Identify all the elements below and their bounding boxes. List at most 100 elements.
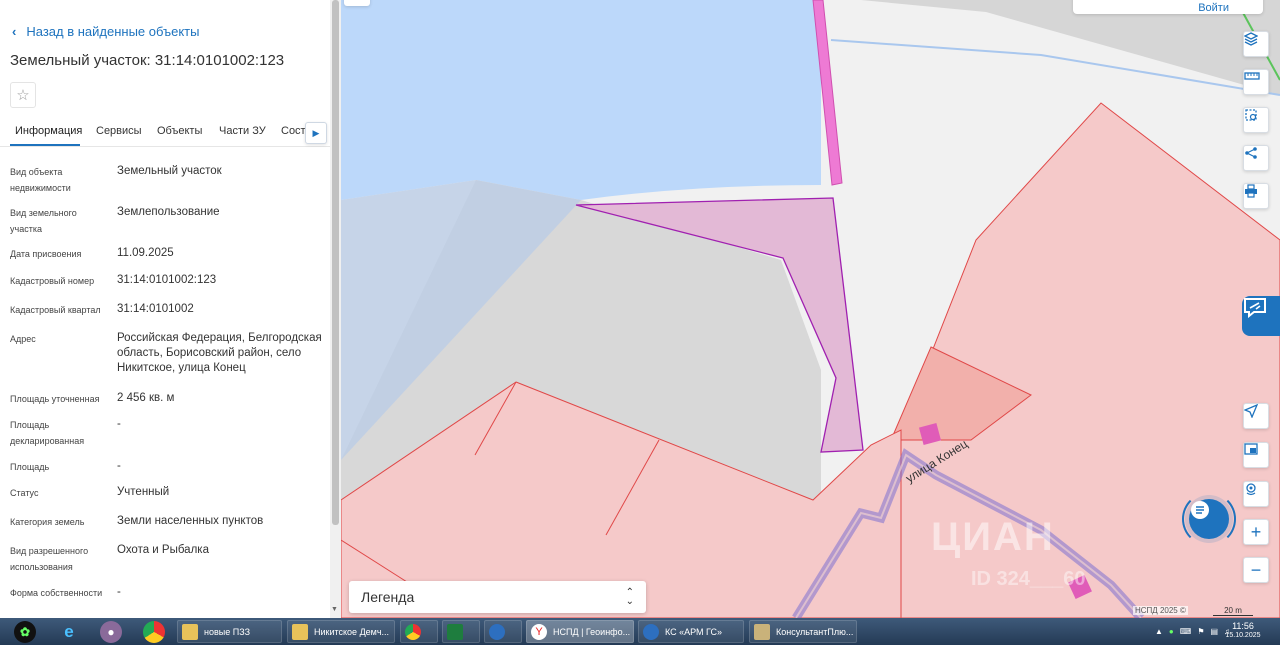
select-area-button[interactable] xyxy=(1243,107,1269,133)
geo-pin-icon xyxy=(1246,483,1256,496)
taskbar-item-arm-gs[interactable]: КС «АРМ ГС» xyxy=(638,620,744,643)
system-tray: ▲ ● ⌨ ⚑ ▤ ♫ xyxy=(1155,618,1230,645)
ruler-button[interactable] xyxy=(1243,69,1269,95)
field-value: - xyxy=(117,460,121,472)
taskbar-item-folder[interactable]: новые ПЗЗ xyxy=(177,620,282,643)
print-button[interactable] xyxy=(1243,183,1269,209)
field-value: Земельный участок xyxy=(117,165,222,177)
taskbar-item-folder[interactable]: Никитское Демч... xyxy=(287,620,395,643)
tray-arrow-icon[interactable]: ▲ xyxy=(1155,627,1163,636)
tab-bar: Информация Сервисы Объекты Части ЗУ Сост… xyxy=(0,116,330,147)
field-label: Категория земель xyxy=(10,517,85,527)
chat-button[interactable] xyxy=(1189,499,1229,539)
watermark-id: ID 324___60 xyxy=(971,568,1086,590)
share-button[interactable] xyxy=(1243,145,1269,171)
excel-icon xyxy=(447,624,463,640)
flag-icon[interactable]: ⚑ xyxy=(1197,627,1204,636)
start-flower-icon[interactable]: ✿ xyxy=(14,621,36,643)
active-tab-indicator xyxy=(10,144,80,146)
taskbar-item-excel[interactable] xyxy=(442,620,480,643)
geo-pin-button[interactable] xyxy=(1243,481,1269,507)
taskbar-item-nspd[interactable]: Y НСПД | Геоинфо... xyxy=(526,620,634,643)
field-label: Площадь xyxy=(10,462,50,472)
ruler-icon xyxy=(1244,72,1260,80)
clock-time: 11:56 xyxy=(1232,621,1254,631)
clock-date: 15.10.2025 xyxy=(1225,632,1261,639)
chevron-left-icon: ‹ xyxy=(12,24,17,39)
taskbar-item-consultant[interactable]: КонсультантПлю... xyxy=(749,620,857,643)
tab-services[interactable]: Сервисы xyxy=(96,125,142,137)
field-value: Земли населенных пунктов xyxy=(117,515,264,527)
field-label: Вид разрешенного использования xyxy=(10,546,89,572)
folder-icon xyxy=(292,624,308,640)
copyright-label: НСПД 2025 © xyxy=(1133,606,1188,615)
field-value: - xyxy=(117,586,121,598)
info-panel: ‹ Назад в найденные объекты Земельный уч… xyxy=(0,0,330,618)
field-label: Статус xyxy=(10,488,39,498)
field-value: 31:14:0101002 xyxy=(117,303,194,315)
chat-bubble-icon xyxy=(1244,298,1266,318)
layers-button[interactable] xyxy=(1243,31,1269,57)
field-value: Учтенный xyxy=(117,486,170,498)
locate-icon xyxy=(1244,404,1258,418)
login-label: Войти xyxy=(1198,2,1229,14)
consultant-icon xyxy=(754,624,770,640)
zoom-in-button[interactable]: + xyxy=(1243,519,1269,545)
layers-icon xyxy=(1244,32,1258,46)
field-label: Вид объекта недвижимости xyxy=(10,167,71,193)
zoom-out-button[interactable]: − xyxy=(1243,557,1269,583)
scroll-down-arrow-icon[interactable]: ▼ xyxy=(331,606,338,613)
taskbar-item-label: НСПД | Геоинфо... xyxy=(553,626,631,637)
emblem-icon xyxy=(489,624,505,640)
map-control-stub[interactable] xyxy=(344,0,370,6)
field-label: Площадь декларированная xyxy=(10,420,85,446)
internet-explorer-icon[interactable]: e xyxy=(58,621,80,643)
login-button[interactable]: Войти xyxy=(1073,0,1263,14)
field-label: Кадастровый номер xyxy=(10,276,95,286)
map-canvas[interactable]: улица Конец ЦИАН ID 324___60 Войти + − Л… xyxy=(341,0,1280,618)
back-to-results-link[interactable]: ‹ Назад в найденные объекты xyxy=(12,24,199,39)
field-label: Площадь уточненная xyxy=(10,394,100,404)
tab-parcel-parts[interactable]: Части ЗУ xyxy=(219,125,266,137)
locate-button[interactable] xyxy=(1243,403,1269,429)
tab-information[interactable]: Информация xyxy=(15,125,82,137)
field-label: Вид земельного участка xyxy=(10,208,77,234)
field-label: Кадастровый квартал xyxy=(10,305,101,315)
yandex-browser-icon: Y xyxy=(531,624,547,640)
network-icon[interactable]: ▤ xyxy=(1210,627,1218,636)
zoom-in-icon: + xyxy=(1250,522,1262,542)
field-value: 31:14:0101002:123 xyxy=(117,274,217,286)
field-value: 11.09.2025 xyxy=(117,247,174,259)
select-area-icon xyxy=(1245,109,1257,121)
tabs-scroll-right-button[interactable]: ▶ xyxy=(305,122,327,144)
taskbar-clock[interactable]: 11:56 15.10.2025 xyxy=(1222,621,1264,639)
minimap-button[interactable] xyxy=(1243,442,1269,468)
taskbar-item-label: Никитское Демч... xyxy=(314,626,390,637)
field-value: Землепользование xyxy=(117,206,220,218)
field-value: 2 456 кв. м xyxy=(117,392,175,404)
map-layers: улица Конец xyxy=(341,0,1280,618)
feedback-side-tab[interactable] xyxy=(1242,296,1280,336)
triangle-right-icon: ▶ xyxy=(312,127,320,138)
app-icon[interactable]: ● xyxy=(100,621,122,643)
zoom-out-icon: − xyxy=(1250,560,1262,580)
scrollbar-thumb[interactable] xyxy=(332,0,339,525)
share-icon xyxy=(1245,147,1257,159)
chrome-icon xyxy=(405,624,421,640)
field-value: Охота и Рыбалка xyxy=(117,544,209,556)
chrome-icon[interactable] xyxy=(143,621,165,643)
tab-objects[interactable]: Объекты xyxy=(157,125,202,137)
windows-taskbar: ✿ e ● новые ПЗЗ Никитское Демч... Y НСПД… xyxy=(0,618,1280,645)
back-link-label: Назад в найденные объекты xyxy=(26,24,200,39)
legend-dropdown[interactable]: Легенда ⌃ ⌄ xyxy=(349,581,646,613)
keyboard-layout-icon[interactable]: ⌨ xyxy=(1180,627,1192,636)
chevron-up-down-icon: ⌃ ⌄ xyxy=(625,587,634,607)
favorite-button[interactable]: ☆ xyxy=(10,82,36,108)
print-icon xyxy=(1245,184,1257,198)
chat-icon xyxy=(1191,501,1209,519)
taskbar-item-browser[interactable] xyxy=(400,620,438,643)
taskbar-item-emblem[interactable] xyxy=(484,620,522,643)
tray-app-icon[interactable]: ● xyxy=(1169,627,1174,636)
sidebar-scrollbar[interactable]: ▼ xyxy=(330,0,341,618)
field-value: - xyxy=(117,418,121,430)
